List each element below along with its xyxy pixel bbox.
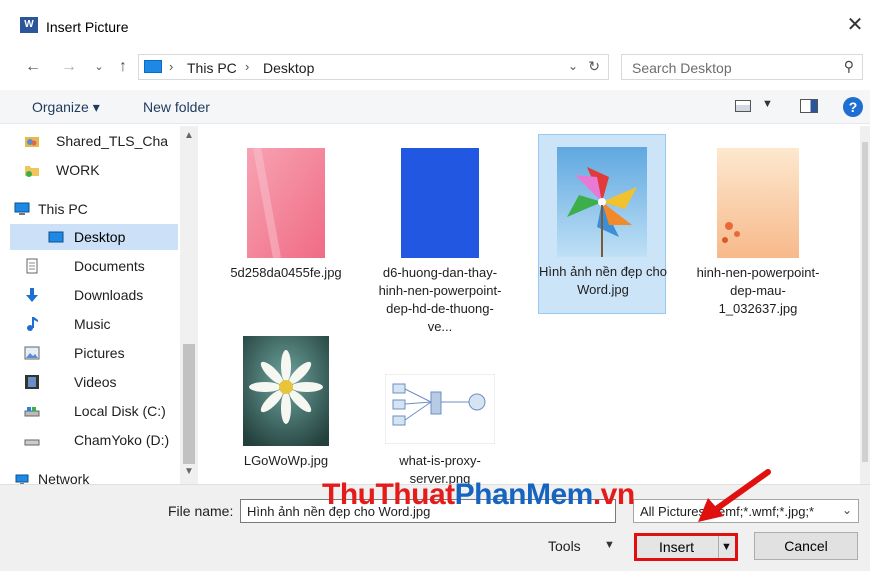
diagram-image-thumbnail <box>385 374 495 444</box>
forward-arrow-icon[interactable]: → <box>60 58 78 76</box>
this-pc-icon <box>144 60 162 73</box>
file-item[interactable]: 5d258da0455fe.jpg <box>222 136 350 316</box>
shared-folder-icon <box>25 137 39 147</box>
back-arrow-icon[interactable]: ← <box>24 58 42 76</box>
folder-icon <box>25 166 39 177</box>
file-name: 5d258da0455fe.jpg <box>230 265 342 280</box>
sidebar-item-music[interactable]: Music <box>18 311 168 337</box>
network-icon <box>15 474 29 484</box>
command-toolbar: Organize ▾ New folder ▼ ? <box>0 90 870 124</box>
breadcrumb-separator-icon: › <box>245 59 250 74</box>
videos-icon <box>25 375 39 389</box>
sidebar-item-desktop[interactable]: Desktop <box>10 224 178 250</box>
organize-button[interactable]: Organize ▾ <box>32 99 100 116</box>
file-item[interactable]: hinh-nen-powerpoint-dep-mau-1_032637.jpg <box>694 136 822 316</box>
dialog-title: Insert Picture <box>46 19 129 35</box>
address-bar[interactable]: › This PC › Desktop ⌄ ↻ <box>138 54 609 80</box>
title-bar: W Insert Picture ✕ <box>0 0 870 44</box>
help-icon[interactable]: ? <box>843 97 863 117</box>
breadcrumb-this-pc[interactable]: This PC <box>187 60 237 76</box>
sidebar-item-work[interactable]: WORK <box>18 157 168 183</box>
address-dropdown-icon[interactable]: ⌄ <box>568 59 578 73</box>
file-item-selected[interactable]: Hình ảnh nền đẹp cho Word.jpg <box>538 134 667 314</box>
recent-locations-chevron-icon[interactable]: ⌄ <box>90 58 108 76</box>
download-icon <box>26 288 38 302</box>
navigation-scrollbar[interactable]: ▲ ▼ <box>180 126 198 484</box>
pinwheel-image-thumbnail <box>557 147 647 257</box>
file-list-scrollbar[interactable] <box>860 126 870 484</box>
preview-pane-icon[interactable] <box>800 99 818 113</box>
up-arrow-icon[interactable]: ↑ <box>114 58 132 76</box>
insert-button[interactable]: Insert ▼ <box>634 533 738 561</box>
word-app-icon: W <box>20 17 38 33</box>
drive-icon <box>24 407 40 417</box>
scroll-up-icon[interactable]: ▲ <box>183 130 195 141</box>
close-button[interactable]: ✕ <box>844 15 866 37</box>
insert-picture-dialog: W Insert Picture ✕ ← → ⌄ ↑ › This PC › D… <box>0 0 870 571</box>
scrollbar-thumb[interactable] <box>862 142 868 462</box>
cancel-label: Cancel <box>784 538 828 554</box>
pictures-icon <box>24 346 40 360</box>
scroll-down-icon[interactable]: ▼ <box>183 466 195 477</box>
file-list: 5d258da0455fe.jpg d6-huong-dan-thay-hinh… <box>198 126 860 486</box>
sidebar-item-chamyoko-d[interactable]: ChamYoko (D:) <box>18 427 169 453</box>
new-folder-button[interactable]: New folder <box>143 99 210 115</box>
cancel-button[interactable]: Cancel <box>754 532 858 560</box>
sidebar-item-documents[interactable]: Documents <box>18 253 168 279</box>
file-name: hinh-nen-powerpoint-dep-mau-1_032637.jpg <box>696 265 820 316</box>
insert-label: Insert <box>659 539 695 555</box>
red-arrow-annotation-icon <box>698 469 771 522</box>
file-name: Hình ảnh nền đẹp cho Word.jpg <box>539 264 667 297</box>
chevron-down-icon[interactable]: ⌄ <box>842 503 852 517</box>
refresh-icon[interactable]: ↻ <box>588 58 600 75</box>
change-view-icon[interactable] <box>735 100 751 112</box>
navigation-pane: Shared_TLS_Cha WORK This PC Desktop Docu… <box>0 126 198 484</box>
scrollbar-thumb[interactable] <box>183 344 195 464</box>
view-options-chevron-icon[interactable]: ▼ <box>762 98 773 110</box>
sidebar-item-pictures[interactable]: Pictures <box>18 340 168 366</box>
sidebar-item-network[interactable]: Network <box>8 466 158 484</box>
watermark-logo: ThuThuatPhanMem.vn <box>322 478 635 511</box>
file-item[interactable]: LGoWoWp.jpg <box>222 324 350 504</box>
sidebar-item-downloads[interactable]: Downloads <box>18 282 168 308</box>
tools-chevron-icon[interactable]: ▼ <box>604 539 615 551</box>
sidebar-item-local-disk-c[interactable]: Local Disk (C:) <box>18 398 168 424</box>
sidebar-item-shared-tls[interactable]: Shared_TLS_Cha <box>18 128 168 154</box>
file-item[interactable]: d6-huong-dan-thay-hinh-nen-powerpoint-de… <box>376 136 504 334</box>
insert-options-chevron-icon[interactable]: ▼ <box>721 541 732 553</box>
file-item[interactable]: what-is-proxy-server.png <box>376 324 504 504</box>
peach-image-thumbnail <box>717 148 799 258</box>
blue-image-thumbnail <box>401 148 479 258</box>
search-input[interactable]: Search Desktop <box>632 60 732 76</box>
breadcrumb-separator-icon: › <box>169 59 174 74</box>
insert-button-main[interactable]: Insert <box>637 536 719 558</box>
tools-button[interactable]: Tools <box>548 538 581 554</box>
computer-icon <box>14 202 30 215</box>
search-box[interactable]: Search Desktop ⚲ <box>621 54 863 80</box>
file-name-label: File name: <box>168 503 234 519</box>
address-row: ← → ⌄ ↑ › This PC › Desktop ⌄ ↻ Search D… <box>0 50 870 84</box>
desktop-icon <box>48 231 64 243</box>
pink-image-thumbnail <box>247 148 325 258</box>
breadcrumb-desktop[interactable]: Desktop <box>263 60 314 76</box>
sidebar-item-videos[interactable]: Videos <box>18 369 168 395</box>
documents-icon <box>26 258 38 274</box>
daisy-image-thumbnail <box>243 336 329 446</box>
search-icon: ⚲ <box>843 58 854 74</box>
drive-icon <box>24 439 40 446</box>
music-icon <box>27 317 38 331</box>
sidebar-item-this-pc[interactable]: This PC <box>8 196 158 222</box>
file-name: LGoWoWp.jpg <box>243 453 329 468</box>
